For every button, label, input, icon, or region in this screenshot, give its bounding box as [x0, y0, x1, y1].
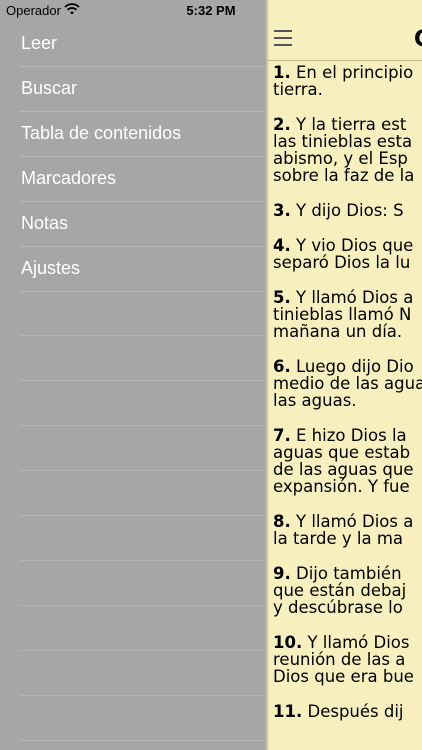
- menu-divider: [20, 605, 265, 606]
- verse-text-line: tierra.: [273, 80, 323, 99]
- menu-divider: [20, 380, 265, 381]
- menu-divider: [20, 425, 265, 426]
- verse-number: 3.: [273, 201, 291, 220]
- reader-panel: G 1. En el principiotierra. 2. Y la tierr…: [265, 0, 422, 750]
- verse-paragraph[interactable]: 4. Y vio Dios que separó Dios la lu: [273, 237, 422, 271]
- menu-item-label: Tabla de contenidos: [21, 123, 182, 143]
- verse-text-line: la tarde y la ma: [273, 529, 404, 548]
- side-menu: Leer Buscar Tabla de contenidos Marcador…: [0, 22, 265, 750]
- menu-divider: [20, 515, 265, 516]
- chapter-title: G: [414, 27, 422, 52]
- verse-number: 11.: [273, 702, 303, 721]
- menu-item-marcadores[interactable]: Marcadores: [20, 157, 265, 202]
- verse-text-line: sobre la faz de la: [273, 166, 415, 185]
- verse-paragraph[interactable]: 11. Después dij: [273, 703, 422, 720]
- hamburger-menu-icon[interactable]: [274, 30, 294, 48]
- verse-text-line: Dios que era bue: [273, 667, 414, 686]
- menu-item-notas[interactable]: Notas: [20, 202, 265, 247]
- verse-paragraph[interactable]: 10. Y llamó Dios reunión de las a Dios que…: [273, 634, 422, 685]
- verse-paragraph[interactable]: 7. E hizo Dios la aguas que estab de las a…: [273, 427, 422, 495]
- verse-paragraph[interactable]: 6. Luego dijo Dio medio de las agua las ag…: [273, 358, 422, 409]
- menu-item-tabla-de-contenidos[interactable]: Tabla de contenidos: [20, 112, 265, 157]
- verse-paragraph[interactable]: 8. Y llamó Dios a la tarde y la ma: [273, 513, 422, 547]
- menu-divider: [20, 740, 265, 741]
- verse-text-line: las aguas.: [273, 391, 357, 410]
- menu-item-label: Notas: [21, 213, 69, 233]
- menu-item-leer[interactable]: Leer: [20, 22, 265, 67]
- menu-item-buscar[interactable]: Buscar: [20, 67, 265, 112]
- verse-paragraph[interactable]: 2. Y la tierra est las tinieblas esta abis…: [273, 116, 422, 184]
- menu-divider: [20, 560, 265, 561]
- menu-item-ajustes[interactable]: Ajustes: [20, 247, 265, 292]
- menu-item-label: Ajustes: [21, 258, 81, 278]
- menu-divider: [20, 335, 265, 336]
- verse-paragraph[interactable]: 3. Y dijo Dios: S: [273, 202, 422, 219]
- menu-item-label: Buscar: [21, 78, 78, 98]
- verse-list: 1. En el principio tierra. 2. Y la tierra …: [273, 64, 422, 738]
- verse-paragraph[interactable]: 1. En el principio tierra.: [273, 64, 422, 98]
- menu-item-label: Leer: [21, 33, 58, 53]
- verse-text-line: expansión. Y fue: [273, 477, 410, 496]
- verse-text-line: y descúbrase lo: [273, 598, 403, 617]
- verse-text-line: mañana un día.: [273, 322, 403, 341]
- verse-text-line: separó Dios la lu: [273, 253, 411, 272]
- verse-paragraph[interactable]: 9. Dijo también que están debaj y descúbra…: [273, 565, 422, 616]
- menu-divider: [20, 470, 265, 471]
- verse-paragraph[interactable]: 5. Y llamó Dios a tinieblas llamó Nmañana…: [273, 289, 422, 340]
- verse-text-line: Después dij: [307, 702, 404, 721]
- panel-shadow: [265, 0, 269, 750]
- menu-divider: [20, 650, 265, 651]
- menu-divider: [20, 695, 265, 696]
- menu-item-label: Marcadores: [21, 168, 117, 188]
- reader-header: G: [265, 22, 422, 61]
- verse-text-line: Y dijo Dios: S: [296, 201, 404, 220]
